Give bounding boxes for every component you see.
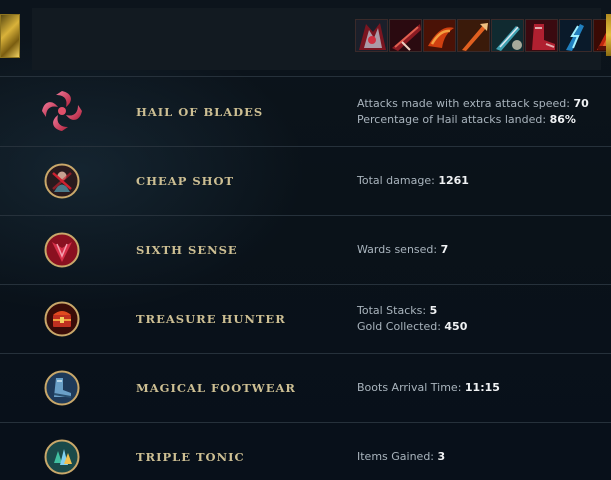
- item-fire-claw-icon[interactable]: [423, 19, 456, 52]
- rune-stats: Wards sensed: 7: [357, 216, 448, 284]
- rune-name: HAIL OF BLADES: [136, 104, 264, 119]
- hail-of-blades-icon: [42, 91, 82, 131]
- item-build-row: [355, 19, 611, 53]
- rune-stats: Total damage: 1261: [357, 147, 469, 215]
- rune-name: TRIPLE TONIC: [136, 450, 245, 464]
- sixth-sense-icon: [44, 232, 80, 268]
- rune-name: TREASURE HUNTER: [136, 312, 286, 326]
- triple-tonic-icon: [44, 439, 80, 475]
- rune-stats: Boots Arrival Time: 11:15: [357, 354, 500, 422]
- stat-value: 5: [429, 304, 438, 317]
- rune-stats: Total Stacks: 5 Gold Collected: 450: [357, 285, 467, 353]
- rune-stats-page: HAIL OF BLADES Attacks made with extra a…: [0, 0, 611, 480]
- rune-stats: Items Gained: 3: [357, 423, 445, 480]
- stat-label: Boots Arrival Time:: [357, 381, 465, 394]
- rune-row-cheap-shot: CHEAP SHOT Total damage: 1261: [0, 146, 611, 215]
- build-summary-bar: [0, 0, 611, 76]
- stat-value: 450: [444, 320, 468, 333]
- stat-label: Items Gained:: [357, 450, 438, 463]
- rune-row-sixth-sense: SIXTH SENSE Wards sensed: 7: [0, 215, 611, 284]
- item-dagger-icon[interactable]: [491, 19, 524, 52]
- side-scroll-edge-icon[interactable]: [606, 14, 611, 56]
- stat-line: Gold Collected: 450: [357, 319, 467, 335]
- stat-value: 11:15: [464, 381, 500, 394]
- stat-label: Wards sensed:: [357, 243, 441, 256]
- rune-row-hail-of-blades: HAIL OF BLADES Attacks made with extra a…: [0, 76, 611, 146]
- stat-label: Total damage:: [357, 174, 439, 187]
- rune-row-magical-footwear: MAGICAL FOOTWEAR Boots Arrival Time: 11:…: [0, 353, 611, 422]
- treasure-hunter-icon: [44, 301, 80, 337]
- stat-label: Percentage of Hail attacks landed:: [357, 112, 550, 126]
- rune-list: HAIL OF BLADES Attacks made with extra a…: [0, 76, 611, 480]
- stat-label: Total Stacks:: [357, 304, 430, 317]
- stat-label: Attacks made with extra attack speed:: [357, 96, 574, 110]
- stat-label: Gold Collected:: [357, 320, 445, 333]
- stat-line: Total Stacks: 5: [357, 303, 467, 319]
- stat-value: 1261: [438, 174, 469, 187]
- stat-value: 70: [573, 96, 589, 110]
- item-spear-icon[interactable]: [457, 19, 490, 52]
- cheap-shot-icon: [44, 163, 80, 199]
- stat-line: Attacks made with extra attack speed: 70: [357, 96, 589, 112]
- stat-line: Boots Arrival Time: 11:15: [357, 380, 500, 396]
- rune-name: SIXTH SENSE: [136, 243, 238, 257]
- item-boots-icon[interactable]: [525, 19, 558, 52]
- rune-row-triple-tonic: TRIPLE TONIC Items Gained: 3: [0, 422, 611, 480]
- rune-stats: Attacks made with extra attack speed: 70…: [357, 77, 589, 146]
- rune-row-treasure-hunter: TREASURE HUNTER Total Stacks: 5 Gold Col…: [0, 284, 611, 353]
- stat-value: 3: [437, 450, 446, 463]
- stat-line: Percentage of Hail attacks landed: 86%: [357, 112, 589, 128]
- champion-portrait-edge-icon[interactable]: [0, 14, 20, 58]
- item-blade-icon[interactable]: [389, 19, 422, 52]
- stat-value: 7: [440, 243, 449, 256]
- stat-value: 86%: [549, 112, 576, 126]
- rune-name: MAGICAL FOOTWEAR: [136, 381, 296, 395]
- stat-line: Wards sensed: 7: [357, 242, 448, 258]
- stat-line: Items Gained: 3: [357, 449, 445, 465]
- magical-footwear-icon: [44, 370, 80, 406]
- item-lightning-icon[interactable]: [559, 19, 592, 52]
- stat-line: Total damage: 1261: [357, 173, 469, 189]
- item-armor-icon[interactable]: [355, 19, 388, 52]
- rune-name: CHEAP SHOT: [136, 174, 235, 188]
